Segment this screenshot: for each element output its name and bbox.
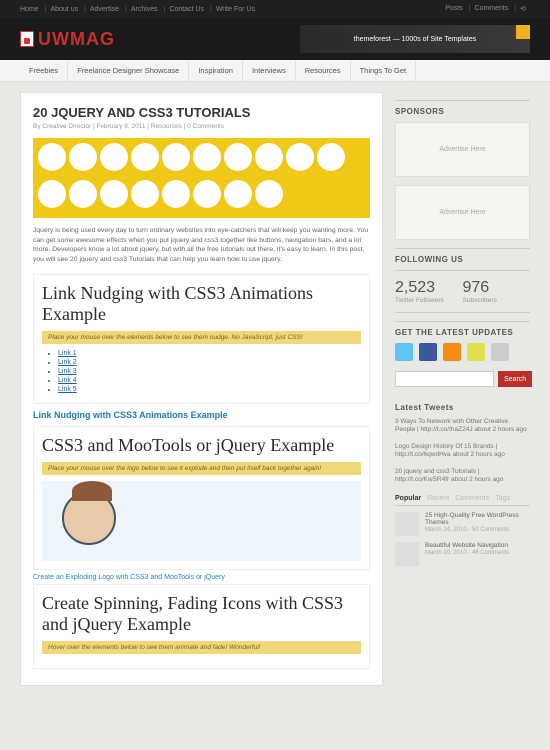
following-title: FOLLOWING US <box>395 248 530 264</box>
demo-link[interactable]: Link 2 <box>58 359 361 366</box>
topbar-link[interactable]: Archives <box>131 6 166 13</box>
nav-item[interactable]: Freebies <box>20 60 68 81</box>
post-title: 20 JQUERY AND CSS3 TUTORIALS <box>33 105 370 120</box>
twitter-label: Twitter Followers <box>395 297 463 304</box>
sidebar: SPONSORS Advertise Here Advertise Here F… <box>395 92 530 686</box>
tutorial-demo: Link Nudging with CSS3 Animations Exampl… <box>33 274 370 404</box>
featured-image <box>33 138 370 218</box>
tutorial-demo: CSS3 and MooTools or jQuery Example Plac… <box>33 426 370 570</box>
rss-icon[interactable]: ⟲ <box>520 5 530 13</box>
nav-item[interactable]: Things To Get <box>351 60 417 81</box>
nav-item[interactable]: Inspiration <box>189 60 243 81</box>
tab-recent[interactable]: Recent <box>427 495 449 502</box>
thumbnail-icon <box>395 542 419 566</box>
tab-popular[interactable]: Popular <box>395 495 421 502</box>
mail-icon[interactable] <box>491 343 509 361</box>
demo-link[interactable]: Link 4 <box>58 377 361 384</box>
demo-heading: Link Nudging with CSS3 Animations Exampl… <box>42 283 361 325</box>
demo-link[interactable]: Link 1 <box>58 350 361 357</box>
main-content: 20 JQUERY AND CSS3 TUTORIALS By Creative… <box>20 92 383 686</box>
post-intro: Jquery is being used every day to turn o… <box>33 226 370 264</box>
subscriber-label: Subscribers <box>463 297 531 304</box>
topbar-link[interactable]: Posts <box>445 5 470 13</box>
subscriber-count: 976 <box>463 279 531 297</box>
demo-heading: Create Spinning, Fading Icons with CSS3 … <box>42 593 361 635</box>
search-input[interactable] <box>395 371 494 387</box>
sidebar-tabs: Popular Recent Comments Tags <box>395 495 530 506</box>
topbar-link[interactable]: Contact Us <box>169 6 211 13</box>
sponsors-title: SPONSORS <box>395 100 530 116</box>
site-logo[interactable]: UWMAG <box>20 29 115 50</box>
updates-title: GET THE LATEST UPDATES <box>395 321 530 337</box>
tutorial-demo: Create Spinning, Fading Icons with CSS3 … <box>33 584 370 669</box>
demo-instruction: Place your mouse over the elements below… <box>42 331 361 344</box>
tab-tags[interactable]: Tags <box>495 495 510 502</box>
tweets-title: Latest Tweets <box>395 397 530 412</box>
thumbnail-icon <box>395 512 419 536</box>
demo-heading: CSS3 and MooTools or jQuery Example <box>42 435 361 456</box>
logo-text: UWMAG <box>38 29 115 50</box>
nav-item[interactable]: Resources <box>296 60 351 81</box>
topbar-link[interactable]: Home <box>20 6 46 13</box>
tutorial-link[interactable]: Create an Exploding Logo with CSS3 and M… <box>33 574 370 581</box>
topbar-link[interactable]: Advertise <box>90 6 127 13</box>
twitter-count: 2,523 <box>395 279 463 297</box>
ad-slot[interactable]: Advertise Here <box>395 185 530 240</box>
header-banner-ad[interactable]: themeforest — 1000s of Site Templates <box>300 25 530 53</box>
topbar-link[interactable]: About us <box>50 6 85 13</box>
digg-icon[interactable] <box>467 343 485 361</box>
popular-item[interactable]: 25 High-Quality Free WordPress ThemesMar… <box>395 512 530 536</box>
main-nav: Freebies Freelance Designer Showcase Ins… <box>20 60 530 81</box>
tweet[interactable]: Logo Design History Of 15 Brands | http:… <box>395 443 530 460</box>
demo-link[interactable]: Link 5 <box>58 386 361 393</box>
nav-item[interactable]: Freelance Designer Showcase <box>68 60 189 81</box>
demo-instruction: Place your mouse over the logo below to … <box>42 462 361 475</box>
ad-slot[interactable]: Advertise Here <box>395 122 530 177</box>
nav-item[interactable]: Interviews <box>243 60 296 81</box>
tab-comments[interactable]: Comments <box>455 495 489 502</box>
search-button[interactable]: Search <box>498 371 532 387</box>
rss-icon[interactable] <box>443 343 461 361</box>
facebook-icon[interactable] <box>419 343 437 361</box>
post-meta: By Creative Director | February 8, 2011 … <box>33 123 370 130</box>
demo-image <box>42 481 361 561</box>
logo-icon <box>20 31 34 47</box>
topbar-link[interactable]: Comments <box>475 5 517 13</box>
demo-link[interactable]: Link 3 <box>58 368 361 375</box>
tutorial-link[interactable]: Link Nudging with CSS3 Animations Exampl… <box>33 410 370 420</box>
twitter-icon[interactable] <box>395 343 413 361</box>
popular-item[interactable]: Beautiful Website NavigationMarch 20, 20… <box>395 542 530 566</box>
tweet[interactable]: 3 Ways To Network with Other Creative Pe… <box>395 418 530 435</box>
topbar-link[interactable]: Write For Us <box>216 6 259 13</box>
demo-instruction: Hover over the elements below to see the… <box>42 641 361 654</box>
topbar-left: Home About us Advertise Archives Contact… <box>20 6 259 13</box>
tweet[interactable]: 20 jquery and css3 Tutorials | http://t.… <box>395 468 530 485</box>
topbar-right: Posts Comments ⟲ <box>445 5 530 13</box>
